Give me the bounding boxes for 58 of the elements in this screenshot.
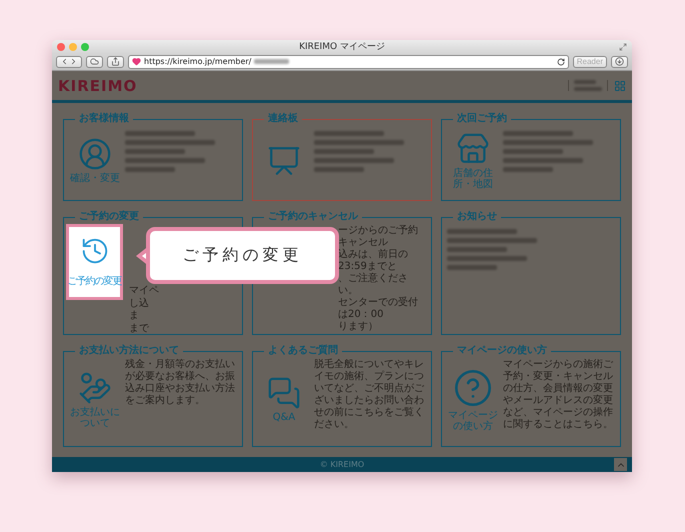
card-text: し込 bbox=[129, 298, 149, 309]
card-title: ご予約の変更 bbox=[78, 211, 140, 223]
icon-label[interactable]: Q&A bbox=[272, 412, 296, 424]
question-circle-icon[interactable] bbox=[453, 368, 493, 408]
card-title: マイページの使い方 bbox=[456, 345, 548, 357]
card-text: ージからのご予約キャンセル bbox=[338, 225, 419, 248]
share-icon bbox=[111, 57, 120, 66]
callout-bubble: ご予約の変更 bbox=[146, 227, 339, 284]
icon-label[interactable]: 確認・変更 bbox=[70, 173, 120, 185]
address-bar[interactable]: https://kireimo.jp/member/ bbox=[128, 54, 569, 68]
zoom-button[interactable] bbox=[81, 42, 89, 50]
card-title: よくあるご質問 bbox=[267, 345, 339, 357]
card-title: 次回ご予約 bbox=[456, 113, 508, 125]
storefront-icon[interactable] bbox=[456, 132, 490, 166]
card-description: マイページからの施術ご予約・変更・キャンセルの仕方、会員情報の変更やメールアドレスの変更など、マイページの操作に関することはこちら。 bbox=[503, 359, 614, 431]
card-text: ります） bbox=[338, 321, 378, 332]
grid-menu-icon[interactable] bbox=[614, 80, 626, 92]
back-to-top-button[interactable] bbox=[614, 458, 627, 471]
card-text: まで bbox=[129, 322, 149, 334]
forward-icon bbox=[69, 57, 78, 66]
cloud-button[interactable] bbox=[86, 56, 103, 68]
downloads-button[interactable] bbox=[611, 56, 628, 68]
share-button[interactable] bbox=[107, 56, 124, 68]
fullscreen-icon[interactable] bbox=[619, 42, 627, 50]
icon-label[interactable]: 店舗の住所・地図 bbox=[447, 168, 499, 190]
card-title: ご予約のキャンセル bbox=[267, 211, 360, 223]
card-description: 脱毛全般についてやキレイモの施術、プランについてなど、ご不明点がございましたらお問い合わせの前にこちらをご覧ください。 bbox=[314, 359, 425, 431]
window-title: KIREIMO マイページ bbox=[299, 41, 385, 53]
heart-favicon-icon bbox=[132, 57, 141, 66]
minimize-button[interactable] bbox=[69, 42, 77, 50]
back-forward-button[interactable] bbox=[56, 56, 82, 68]
reader-button[interactable]: Reader bbox=[572, 56, 607, 68]
card-title: お支払い方法について bbox=[78, 345, 180, 357]
tile-label: ご予約の変更 bbox=[68, 274, 122, 288]
close-button[interactable] bbox=[57, 42, 65, 50]
blurred-text bbox=[254, 59, 290, 64]
speech-bubbles-icon[interactable] bbox=[267, 376, 301, 410]
card-text: ま bbox=[129, 310, 139, 322]
site-logo[interactable]: KIREIMO bbox=[58, 76, 138, 94]
copyright-text: © KIREIMO bbox=[320, 460, 364, 469]
card-description: 残金・月額等のお支払いが必要なお客様へ、お振込み口座やお支払い方法をご案内します。 bbox=[125, 359, 236, 407]
card-text: センターでの受付は20：00 bbox=[338, 297, 419, 320]
cloud-icon bbox=[90, 57, 99, 66]
hand-coins-icon[interactable] bbox=[78, 370, 112, 404]
card-text: マイペ bbox=[129, 285, 159, 296]
icon-label[interactable]: マイページの使い方 bbox=[447, 410, 499, 432]
download-icon bbox=[615, 57, 624, 66]
reload-icon[interactable] bbox=[556, 58, 565, 66]
card-title: お客様情報 bbox=[78, 113, 130, 125]
url-text: https://kireimo.jp/member/ bbox=[144, 57, 252, 66]
icon-label[interactable]: お支払いについて bbox=[69, 406, 121, 430]
back-icon bbox=[60, 57, 69, 66]
card-title: お知らせ bbox=[456, 211, 498, 223]
card-title: 連絡板 bbox=[267, 113, 299, 125]
easel-board-icon[interactable] bbox=[267, 144, 301, 178]
card-text: 込みは、前日の23:59までと bbox=[338, 249, 409, 272]
card-text: 、ご注意ください。 bbox=[338, 273, 409, 296]
highlighted-tile[interactable]: ご予約の変更 bbox=[66, 224, 123, 300]
